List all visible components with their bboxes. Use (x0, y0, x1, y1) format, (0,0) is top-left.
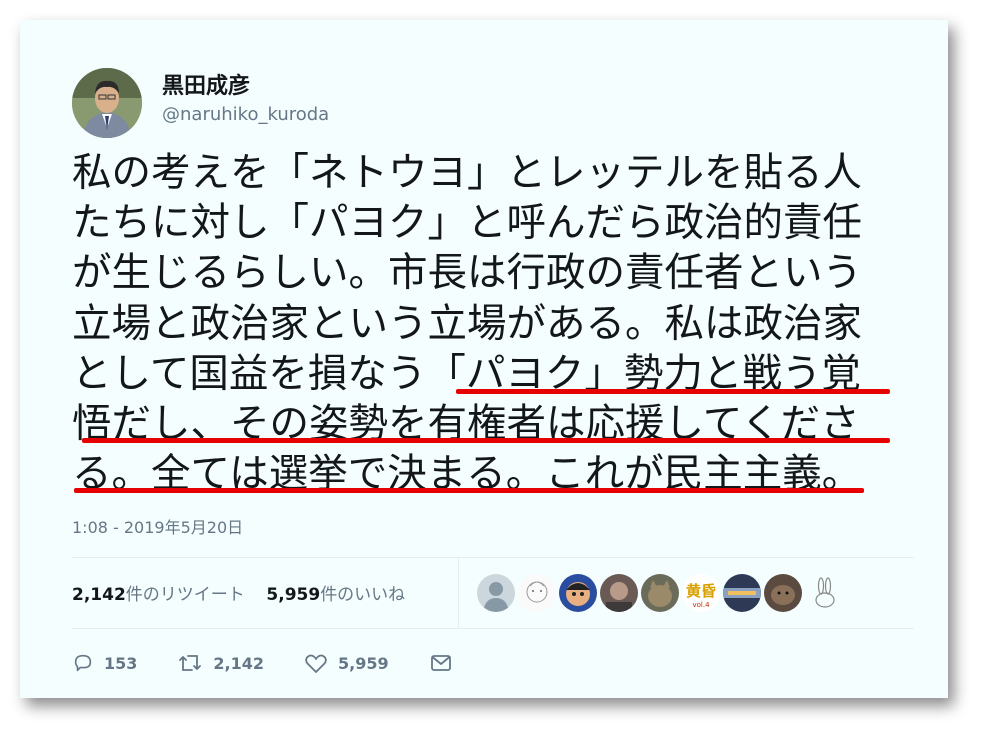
retweet-stat-count: 2,142 (72, 585, 126, 605)
svg-text:vol.4: vol.4 (692, 601, 710, 609)
retweet-button[interactable]: 2,142 (177, 652, 264, 674)
tweet-card: 黒田成彦 @naruhiko_kuroda 私の考えを「ネトウヨ」とレッテルを貼… (20, 20, 948, 698)
display-name[interactable]: 黒田成彦 (162, 68, 250, 100)
like-count: 5,959 (338, 653, 389, 673)
tweet-line: たちに対し「パヨク」と呼んだら政治的責任 (72, 200, 862, 247)
engagement-stats: 2,142件のリツイート 5,959件のいいね (72, 580, 405, 605)
like-stat[interactable]: 5,959件のいいね (266, 585, 405, 605)
like-stat-label: 件のいいね (320, 585, 406, 605)
liker-avatar[interactable] (477, 574, 515, 612)
liker-avatars: 黄昏 vol.4 (477, 574, 843, 612)
liker-avatar[interactable]: 黄昏 vol.4 (682, 574, 720, 612)
divider (72, 628, 914, 629)
highlight-underline (74, 488, 864, 493)
retweet-count: 2,142 (213, 653, 265, 673)
liker-avatar[interactable] (518, 574, 556, 612)
tweet-line: 立場と政治家という立場がある。私は政治家 (72, 300, 862, 347)
like-button[interactable]: 5,959 (304, 652, 389, 674)
heart-icon (305, 654, 327, 673)
liker-avatar[interactable] (764, 574, 802, 612)
avatar[interactable] (72, 68, 142, 138)
tweet-line: が生じるらしい。市長は行政の責任者という (72, 250, 862, 297)
divider (72, 557, 914, 558)
like-stat-count: 5,959 (266, 585, 321, 605)
retweet-stat-label: 件のリツイート (125, 585, 245, 605)
envelope-icon (430, 655, 451, 671)
tweet-actions: 153 2,142 5,959 (72, 648, 493, 678)
liker-avatar[interactable] (600, 574, 638, 612)
direct-message-button[interactable] (429, 652, 453, 674)
liker-avatar[interactable] (805, 574, 843, 612)
retweet-icon (179, 655, 202, 671)
avatar-image (72, 68, 142, 138)
reply-icon (74, 654, 92, 672)
reply-count: 153 (104, 653, 138, 673)
svg-text:黄昏: 黄昏 (686, 582, 716, 600)
liker-avatar[interactable] (559, 574, 597, 612)
highlight-underline (82, 438, 890, 443)
retweet-stat[interactable]: 2,142件のリツイート (72, 585, 245, 605)
tweet-timestamp[interactable]: 1:08 - 2019年5月20日 (72, 514, 243, 538)
liker-avatar[interactable] (641, 574, 679, 612)
reply-button[interactable]: 153 (72, 652, 137, 674)
user-handle[interactable]: @naruhiko_kuroda (162, 104, 329, 125)
highlight-underline (456, 389, 890, 394)
tweet-line: 私の考えを「ネトウヨ」とレッテルを貼る人 (72, 150, 862, 196)
tweet-text: 私の考えを「ネトウヨ」とレッテルを貼る人 たちに対し「パヨク」と呼んだら政治的責… (72, 148, 932, 499)
liker-avatar[interactable] (723, 574, 761, 612)
divider (458, 557, 459, 628)
